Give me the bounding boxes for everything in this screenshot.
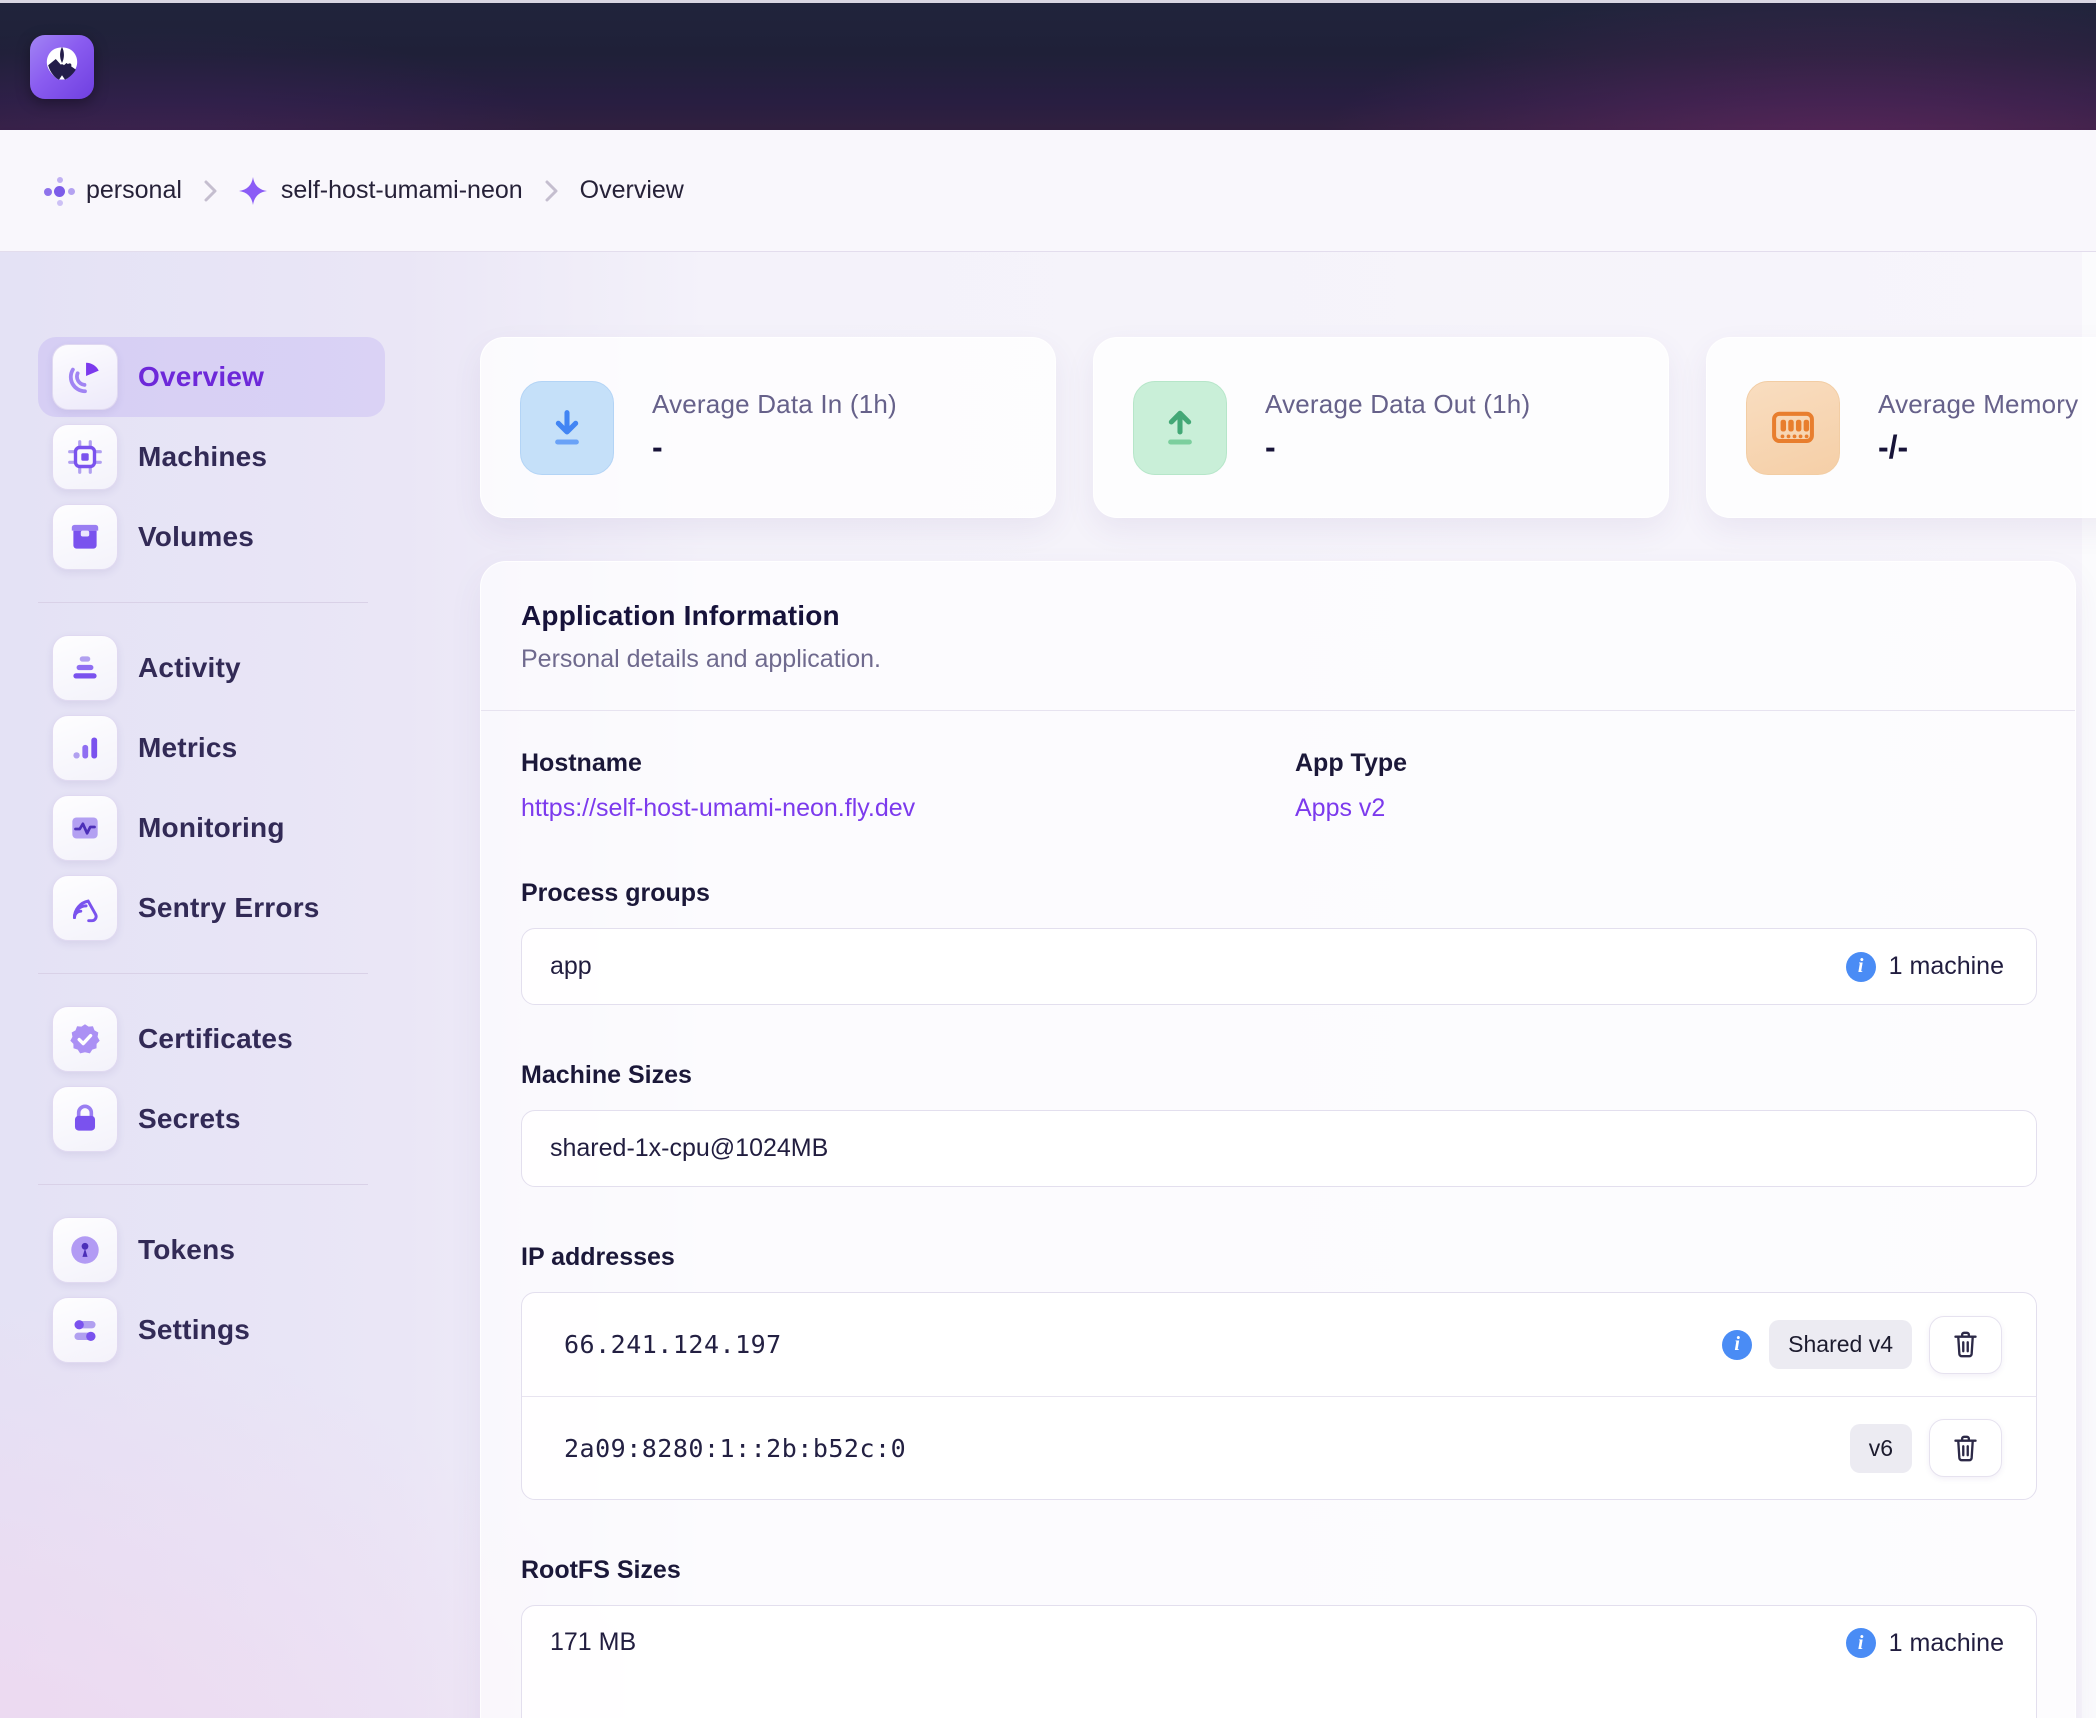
sidebar-divider <box>38 973 368 974</box>
sliders-icon <box>52 1297 118 1363</box>
stat-card-data-in: Average Data In (1h) - <box>480 337 1056 518</box>
hostname-apptype-row: Hostname https://self-host-umami-neon.fl… <box>521 749 2035 823</box>
sidebar-item-sentry-errors[interactable]: Sentry Errors <box>38 868 385 948</box>
sidebar-label: Overview <box>138 361 264 393</box>
app-type-label: App Type <box>1295 749 1407 778</box>
rootfs-machines: 1 machine <box>1889 1629 2004 1658</box>
stat-value: - <box>652 429 897 466</box>
sidebar-nav: Overview Machines <box>38 337 430 1370</box>
sidebar-label: Volumes <box>138 521 254 553</box>
sidebar-label: Activity <box>138 652 241 684</box>
card-subtitle: Personal details and application. <box>521 645 2035 674</box>
page-content: Overview Machines <box>0 252 2096 1718</box>
fly-logo[interactable] <box>30 35 94 99</box>
stat-cards-row: Average Data In (1h) - Average Data Out … <box>480 337 2096 518</box>
padlock-icon <box>52 1086 118 1152</box>
sidebar-item-monitoring[interactable]: Monitoring <box>38 788 385 868</box>
app-sparkle-icon <box>239 177 267 205</box>
sidebar-item-activity[interactable]: Activity <box>38 628 385 708</box>
sidebar-item-tokens[interactable]: Tokens <box>38 1210 385 1290</box>
ip-address: 66.241.124.197 <box>564 1330 782 1359</box>
hostname-label: Hostname <box>521 749 1295 778</box>
stat-value: -/- <box>1878 429 2078 466</box>
ip-address: 2a09:8280:1::2b:b52c:0 <box>564 1434 906 1463</box>
main-panel: Average Data In (1h) - Average Data Out … <box>480 252 2096 1718</box>
sidebar-item-settings[interactable]: Settings <box>38 1290 385 1370</box>
sidebar-label: Sentry Errors <box>138 892 320 924</box>
breadcrumb-org[interactable]: personal <box>86 176 182 205</box>
sidebar-item-certificates[interactable]: Certificates <box>38 999 385 1079</box>
sidebar-label: Monitoring <box>138 812 285 844</box>
stat-title: Average Memory <box>1878 389 2078 420</box>
sidebar-label: Tokens <box>138 1234 235 1266</box>
sidebar-item-secrets[interactable]: Secrets <box>38 1079 385 1159</box>
sidebar-divider <box>38 1184 368 1185</box>
top-app-bar <box>0 0 2096 130</box>
chevron-right-icon <box>204 180 217 202</box>
sidebar-label: Settings <box>138 1314 250 1346</box>
delete-ip-button[interactable] <box>1929 1316 2002 1374</box>
stat-title: Average Data Out (1h) <box>1265 389 1530 420</box>
app-type-link[interactable]: Apps v2 <box>1295 794 1407 823</box>
machine-size-row: shared-1x-cpu@1024MB <box>521 1110 2037 1187</box>
rootfs-size-value: 171 MB <box>550 1628 636 1657</box>
breadcrumb-page: Overview <box>580 176 684 205</box>
machine-size-value: shared-1x-cpu@1024MB <box>550 1134 828 1163</box>
sidebar-item-machines[interactable]: Machines <box>38 417 385 497</box>
sidebar-label: Certificates <box>138 1023 293 1055</box>
ip-row: 2a09:8280:1::2b:b52c:0 v6 <box>522 1396 2036 1499</box>
process-group-machines: 1 machine <box>1889 952 2004 981</box>
sentry-icon <box>52 875 118 941</box>
stat-value: - <box>1265 429 1530 466</box>
stat-card-data-out: Average Data Out (1h) - <box>1093 337 1669 518</box>
keyhole-icon <box>52 1217 118 1283</box>
download-arrow-icon <box>520 381 614 475</box>
breadcrumb: personal self-host-umami-neon Overview <box>0 130 2096 252</box>
fly-balloon-icon <box>37 42 87 92</box>
upload-arrow-icon <box>1133 381 1227 475</box>
rootfs-sizes-label: RootFS Sizes <box>521 1556 2035 1585</box>
sidebar-divider <box>38 602 368 603</box>
hostname-link[interactable]: https://self-host-umami-neon.fly.dev <box>521 794 1295 823</box>
cpu-chip-icon <box>52 424 118 490</box>
rootfs-size-row: 171 MB i 1 machine <box>521 1605 2037 1718</box>
card-divider <box>481 710 2075 711</box>
pulse-monitor-icon <box>52 795 118 861</box>
application-information-card: Application Information Personal details… <box>480 561 2076 1718</box>
ip-addresses-label: IP addresses <box>521 1243 2035 1272</box>
breadcrumb-app[interactable]: self-host-umami-neon <box>281 176 523 205</box>
overview-pie-icon <box>52 344 118 410</box>
memory-ram-icon <box>1746 381 1840 475</box>
badge-check-icon <box>52 1006 118 1072</box>
card-title: Application Information <box>521 600 2035 632</box>
sidebar-label: Secrets <box>138 1103 241 1135</box>
process-group-row: app i 1 machine <box>521 928 2037 1005</box>
sidebar-item-overview[interactable]: Overview <box>38 337 385 417</box>
ip-row: 66.241.124.197 i Shared v4 <box>522 1293 2036 1396</box>
info-icon[interactable]: i <box>1722 1330 1752 1360</box>
stat-title: Average Data In (1h) <box>652 389 897 420</box>
ip-type-badge: v6 <box>1850 1424 1912 1473</box>
stacked-bars-icon <box>52 635 118 701</box>
ip-type-badge: Shared v4 <box>1769 1320 1912 1369</box>
sidebar-label: Machines <box>138 441 267 473</box>
process-group-name: app <box>550 952 592 981</box>
package-box-icon <box>52 504 118 570</box>
sidebar-item-volumes[interactable]: Volumes <box>38 497 385 577</box>
sidebar-item-metrics[interactable]: Metrics <box>38 708 385 788</box>
info-icon[interactable]: i <box>1846 952 1876 982</box>
machine-sizes-label: Machine Sizes <box>521 1061 2035 1090</box>
bar-chart-icon <box>52 715 118 781</box>
process-groups-label: Process groups <box>521 879 2035 908</box>
ip-addresses-list: 66.241.124.197 i Shared v4 2a09:8280:1::… <box>521 1292 2037 1500</box>
stat-card-memory: Average Memory -/- <box>1706 337 2096 518</box>
chevron-right-icon <box>545 180 558 202</box>
sidebar-label: Metrics <box>138 732 237 764</box>
organization-dots-icon <box>44 177 72 205</box>
info-icon[interactable]: i <box>1846 1628 1876 1658</box>
delete-ip-button[interactable] <box>1929 1419 2002 1477</box>
